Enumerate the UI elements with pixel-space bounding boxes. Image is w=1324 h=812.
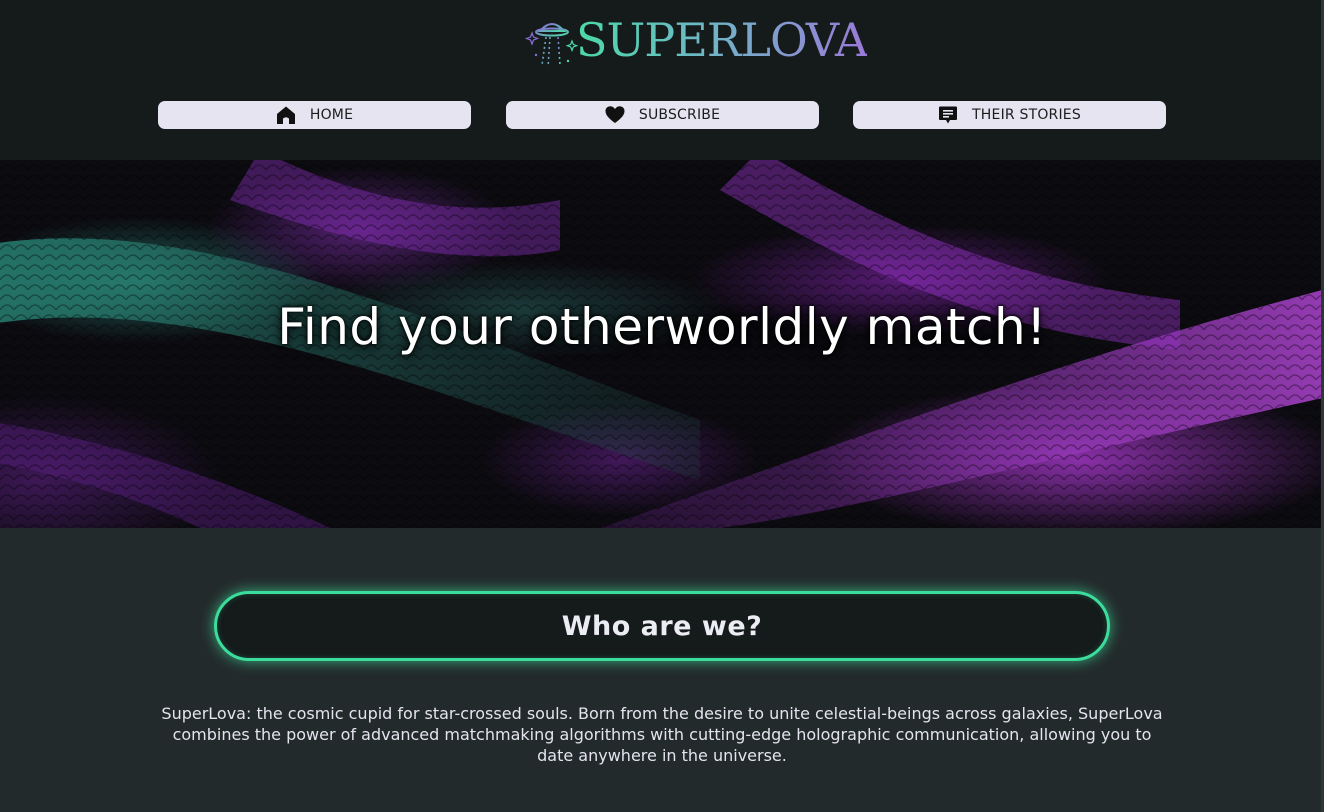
about-description: SuperLova: the cosmic cupid for star-cro… — [161, 704, 1163, 765]
hero-banner: Find your otherworldly match! — [0, 160, 1324, 528]
ufo-icon — [524, 23, 579, 68]
nav-stories-button[interactable]: THEIR STORIES — [853, 101, 1166, 129]
hero-title: Find your otherworldly match! — [277, 298, 1047, 356]
nav-home-button[interactable]: HOME — [158, 101, 471, 129]
heart-icon — [605, 105, 625, 125]
who-are-we-banner: Who are we? — [214, 591, 1110, 661]
site-header: SUPERLOVA HOME SUBSCRIBE THEIR STORIES — [0, 0, 1324, 160]
home-icon — [276, 105, 296, 125]
brand-name: SUPERLOVA — [576, 13, 868, 67]
nav-stories-label: THEIR STORIES — [972, 107, 1081, 123]
chat-icon — [938, 105, 958, 125]
nav-home-label: HOME — [309, 107, 354, 123]
who-are-we-heading: Who are we? — [561, 610, 763, 642]
nav-subscribe-button[interactable]: SUBSCRIBE — [506, 101, 819, 129]
brand-logo[interactable]: SUPERLOVA — [524, 10, 868, 70]
nav-subscribe-label: SUBSCRIBE — [638, 107, 721, 123]
